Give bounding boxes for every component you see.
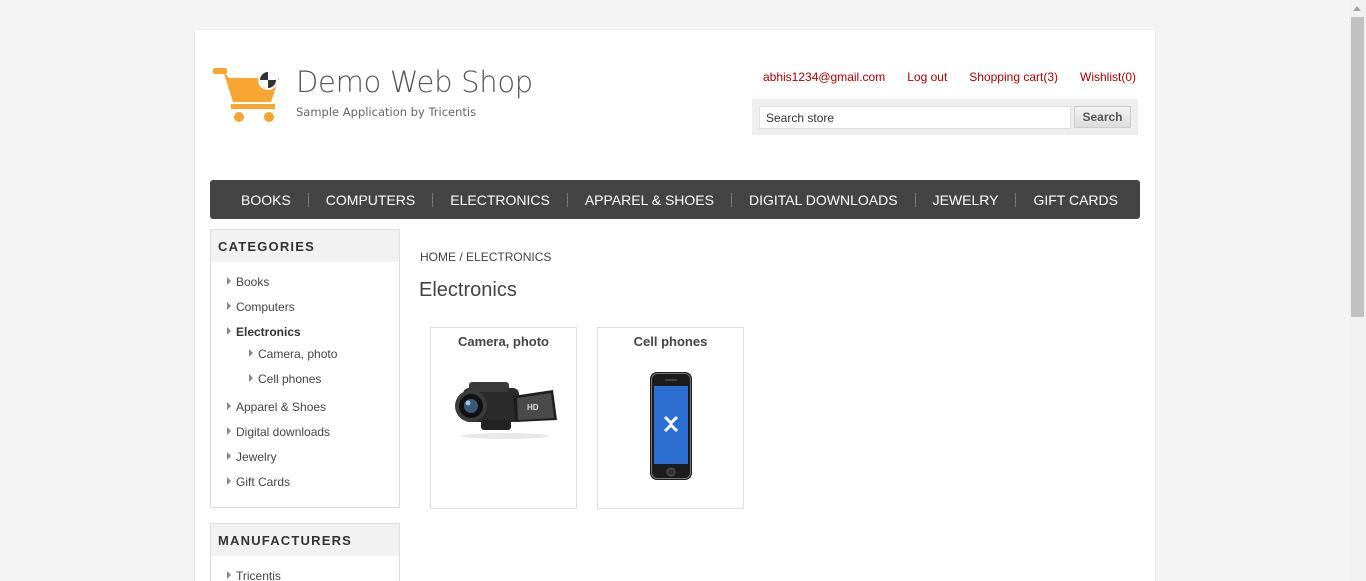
logo-cart-icon[interactable] [213, 66, 283, 124]
categories-block: CATEGORIES Books Computers Electronics C… [210, 229, 400, 508]
account-link[interactable]: abhis1234@gmail.com [763, 70, 885, 84]
breadcrumb: HOME / ELECTRONICS [420, 250, 551, 264]
manufacturers-title: MANUFACTURERS [211, 524, 399, 556]
subcategory-cell-phones[interactable]: Cell phones [211, 366, 399, 391]
breadcrumb-separator: / [456, 250, 467, 264]
menu-item-electronics[interactable]: ELECTRONICS [433, 192, 567, 208]
category-digital-downloads[interactable]: Digital downloads [211, 419, 399, 444]
search-box: Search [752, 99, 1138, 135]
top-menu: BOOKS COMPUTERS ELECTRONICS APPAREL & SH… [210, 180, 1140, 219]
logout-link[interactable]: Log out [907, 70, 947, 84]
subcategory-card-title[interactable]: Camera, photo [431, 334, 576, 349]
store-name[interactable]: Demo Web Shop [296, 65, 533, 99]
category-gift-cards[interactable]: Gift Cards [211, 469, 399, 494]
menu-item-computers[interactable]: COMPUTERS [309, 192, 432, 208]
store-subtitle: Sample Application by Tricentis [296, 105, 477, 119]
page-scrollbar[interactable] [1349, 0, 1366, 581]
categories-title: CATEGORIES [211, 230, 399, 262]
page-title: Electronics [419, 279, 517, 301]
scroll-up-arrow-icon[interactable] [1353, 6, 1361, 11]
category-computers[interactable]: Computers [211, 294, 399, 319]
smartphone-image[interactable] [648, 370, 694, 482]
camcorder-image[interactable]: HD [455, 376, 559, 442]
page-container: Demo Web Shop Sample Application by Tric… [195, 30, 1155, 581]
subcategory-card-cell-phones[interactable]: Cell phones [597, 327, 744, 509]
scrollbar-thumb[interactable] [1351, 17, 1364, 317]
manufacturers-block: MANUFACTURERS Tricentis [210, 523, 400, 581]
svg-text:HD: HD [527, 403, 539, 412]
search-button[interactable]: Search [1074, 106, 1131, 128]
breadcrumb-current: ELECTRONICS [466, 250, 552, 264]
category-apparel-shoes[interactable]: Apparel & Shoes [211, 394, 399, 419]
category-jewelry[interactable]: Jewelry [211, 444, 399, 469]
search-input[interactable] [759, 106, 1071, 129]
manufacturer-tricentis[interactable]: Tricentis [211, 563, 399, 581]
menu-item-jewelry[interactable]: JEWELRY [916, 192, 1016, 208]
categories-list: Books Computers Electronics Camera, phot… [211, 262, 399, 494]
breadcrumb-home[interactable]: HOME [420, 250, 456, 264]
menu-item-gift-cards[interactable]: GIFT CARDS [1016, 192, 1135, 208]
menu-item-apparel-shoes[interactable]: APPAREL & SHOES [568, 192, 731, 208]
menu-item-books[interactable]: BOOKS [224, 192, 308, 208]
wishlist-link[interactable]: Wishlist(0) [1080, 70, 1136, 84]
subcategory-card-title[interactable]: Cell phones [598, 334, 743, 349]
category-books[interactable]: Books [211, 269, 399, 294]
subcategory-camera-photo[interactable]: Camera, photo [211, 341, 399, 366]
header-links: abhis1234@gmail.com Log out Shopping car… [763, 70, 1136, 84]
shopping-cart-link[interactable]: Shopping cart(3) [969, 70, 1058, 84]
manufacturers-list: Tricentis [211, 556, 399, 581]
subcategory-card-camera-photo[interactable]: Camera, photo HD [430, 327, 577, 509]
menu-item-digital-downloads[interactable]: DIGITAL DOWNLOADS [732, 192, 915, 208]
